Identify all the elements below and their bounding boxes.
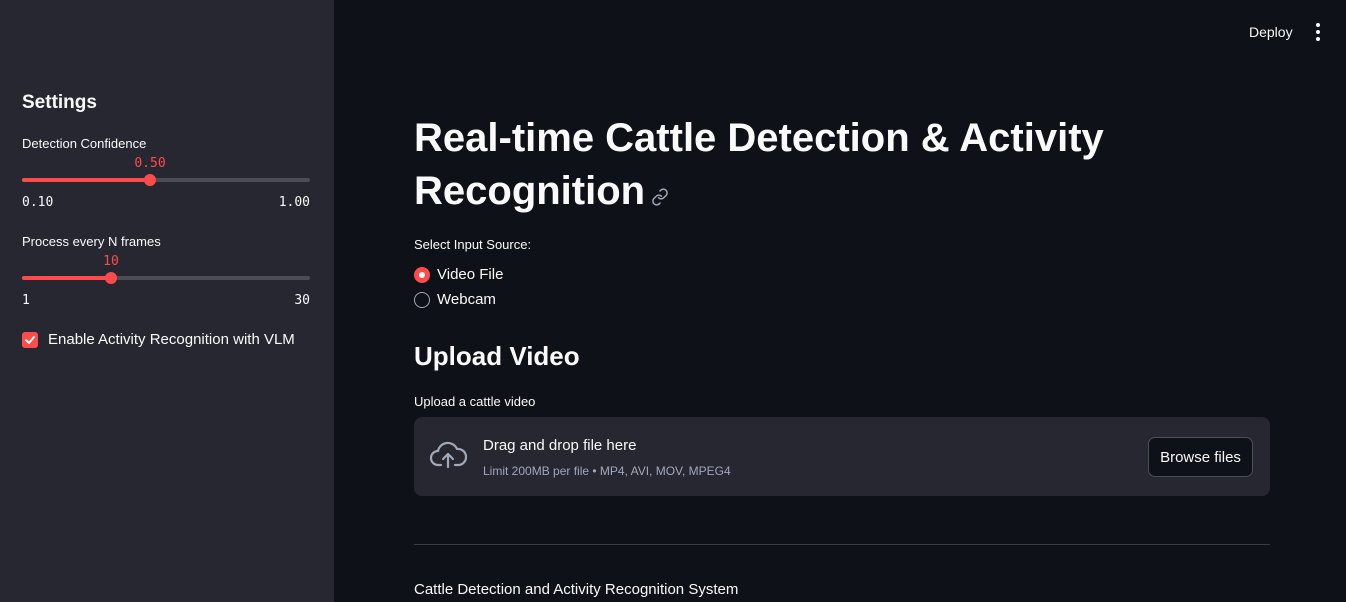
confidence-slider-fill — [22, 178, 150, 182]
confidence-slider-handle[interactable] — [143, 174, 156, 186]
sidebar-title: Settings — [22, 92, 97, 113]
frames-slider-label: Process every N frames — [22, 234, 161, 249]
sidebar: Settings Detection Confidence 0.50 0.10 … — [0, 0, 334, 602]
confidence-slider-max: 1.00 — [278, 195, 310, 210]
checkmark-icon — [25, 335, 35, 344]
radio-video-file[interactable]: Video File — [414, 266, 503, 283]
frames-slider[interactable] — [22, 272, 310, 284]
kebab-menu-icon[interactable] — [1310, 22, 1326, 42]
divider — [414, 544, 1270, 545]
page-title: Real-time Cattle Detection & Activity Re… — [414, 112, 1174, 220]
browse-files-button[interactable]: Browse files — [1148, 437, 1253, 477]
file-dropzone[interactable]: Drag and drop file here Limit 200MB per … — [414, 417, 1270, 496]
page-title-text: Real-time Cattle Detection & Activity Re… — [414, 116, 1104, 213]
activity-recognition-checkbox-row[interactable]: Enable Activity Recognition with VLM — [22, 331, 295, 348]
radio-webcam-circle[interactable] — [414, 291, 430, 308]
frames-slider-fill — [22, 276, 112, 280]
confidence-slider-value: 0.50 — [134, 156, 166, 171]
radio-video-file-circle[interactable] — [414, 266, 430, 283]
confidence-slider-label: Detection Confidence — [22, 136, 147, 151]
deploy-button[interactable]: Deploy — [1243, 22, 1299, 42]
radio-webcam-label: Webcam — [437, 291, 496, 308]
link-icon[interactable] — [651, 167, 669, 220]
frames-slider-handle[interactable] — [105, 272, 118, 284]
confidence-slider[interactable] — [22, 174, 310, 186]
radio-webcam[interactable]: Webcam — [414, 291, 496, 308]
input-source-label: Select Input Source: — [414, 237, 532, 252]
upload-video-heading: Upload Video — [414, 341, 580, 371]
cloud-upload-icon — [429, 440, 468, 475]
dropzone-limit: Limit 200MB per file • MP4, AVI, MOV, MP… — [483, 464, 731, 478]
radio-video-file-label: Video File — [437, 266, 504, 283]
activity-recognition-label: Enable Activity Recognition with VLM — [48, 331, 295, 348]
activity-recognition-checkbox[interactable] — [22, 331, 38, 348]
frames-slider-max: 30 — [294, 293, 310, 308]
frames-slider-value: 10 — [103, 254, 119, 269]
frames-slider-min: 1 — [22, 293, 30, 308]
upload-label: Upload a cattle video — [414, 394, 536, 409]
confidence-slider-min: 0.10 — [22, 195, 54, 210]
dropzone-title: Drag and drop file here — [483, 437, 637, 454]
footer-text: Cattle Detection and Activity Recognitio… — [414, 581, 739, 598]
